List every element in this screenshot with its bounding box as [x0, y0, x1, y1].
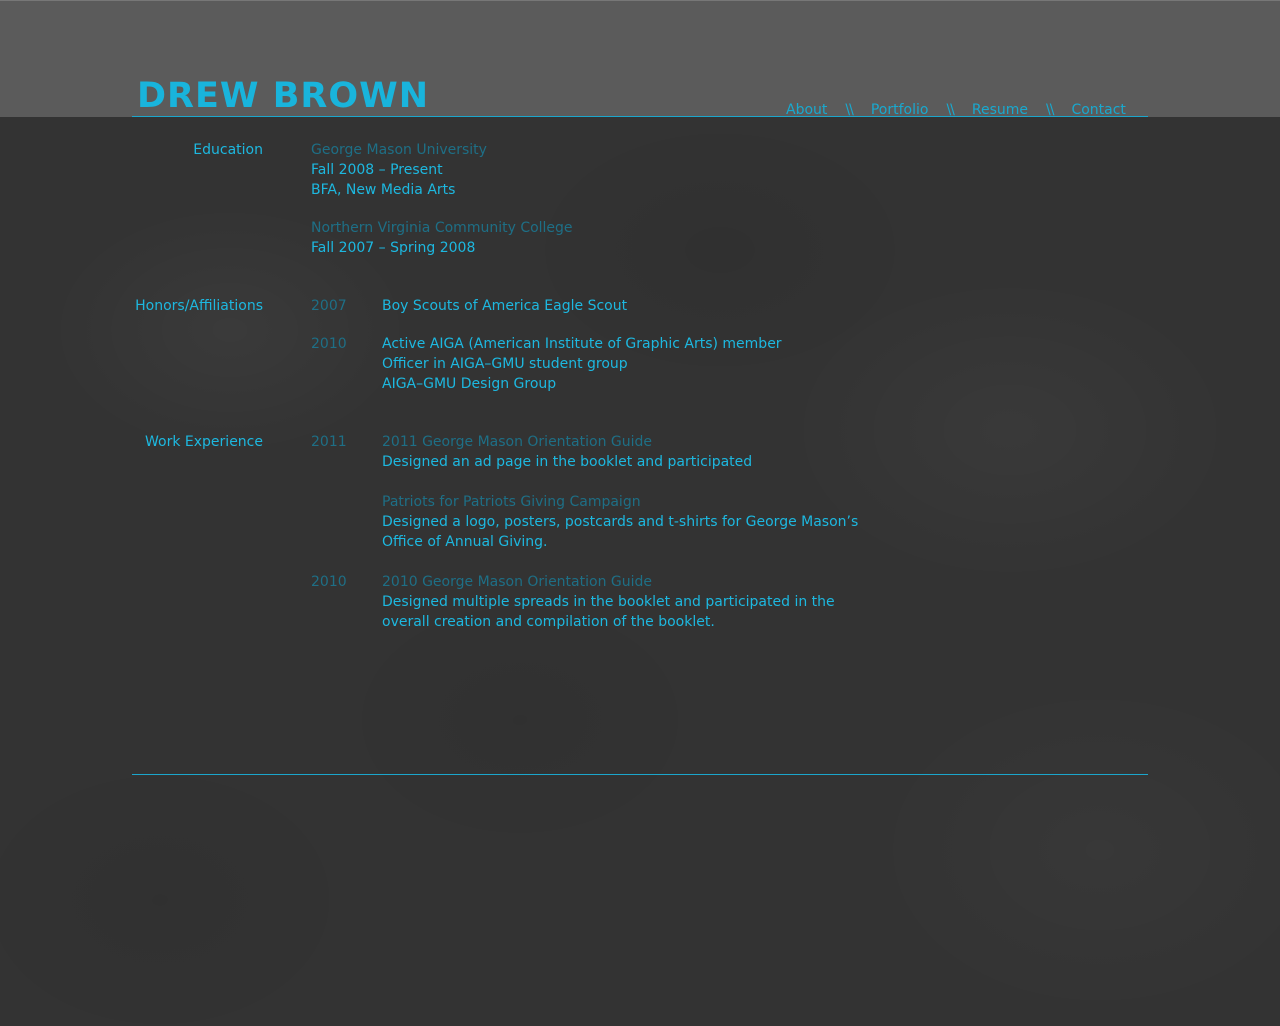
work-description: Designed a logo, posters, postcards and … [382, 514, 859, 530]
honors-item: AIGA–GMU Design Group [382, 376, 557, 392]
work-description: Designed an ad page in the booklet and p… [382, 454, 753, 470]
work-description: Designed multiple spreads in the booklet… [382, 594, 835, 610]
work-title: 2011 George Mason Orientation Guide [382, 434, 653, 450]
education-degree: BFA, New Media Arts [311, 182, 456, 198]
education-school: Northern Virginia Community College [311, 220, 573, 236]
honors-year: 2007 [311, 298, 347, 314]
education-dates: Fall 2008 – Present [311, 162, 443, 178]
footer-divider [132, 774, 1148, 775]
honors-item: Officer in AIGA–GMU student group [382, 356, 628, 372]
education-school: George Mason University [311, 142, 487, 158]
education-label: Education [193, 142, 263, 158]
work-description: overall creation and compilation of the … [382, 614, 715, 630]
work-year: 2010 [311, 574, 347, 590]
work-description: Office of Annual Giving. [382, 534, 548, 550]
honors-item: Active AIGA (American Institute of Graph… [382, 336, 782, 352]
education-dates: Fall 2007 – Spring 2008 [311, 240, 476, 256]
honors-label: Honors/Affiliations [135, 298, 263, 314]
site-title: DREW BROWN [137, 76, 429, 116]
header-divider [132, 116, 1148, 117]
work-year: 2011 [311, 434, 347, 450]
honors-item: Boy Scouts of America Eagle Scout [382, 298, 628, 314]
work-title: 2010 George Mason Orientation Guide [382, 574, 653, 590]
work-label: Work Experience [145, 434, 263, 450]
honors-year: 2010 [311, 336, 347, 352]
work-title: Patriots for Patriots Giving Campaign [382, 494, 641, 510]
